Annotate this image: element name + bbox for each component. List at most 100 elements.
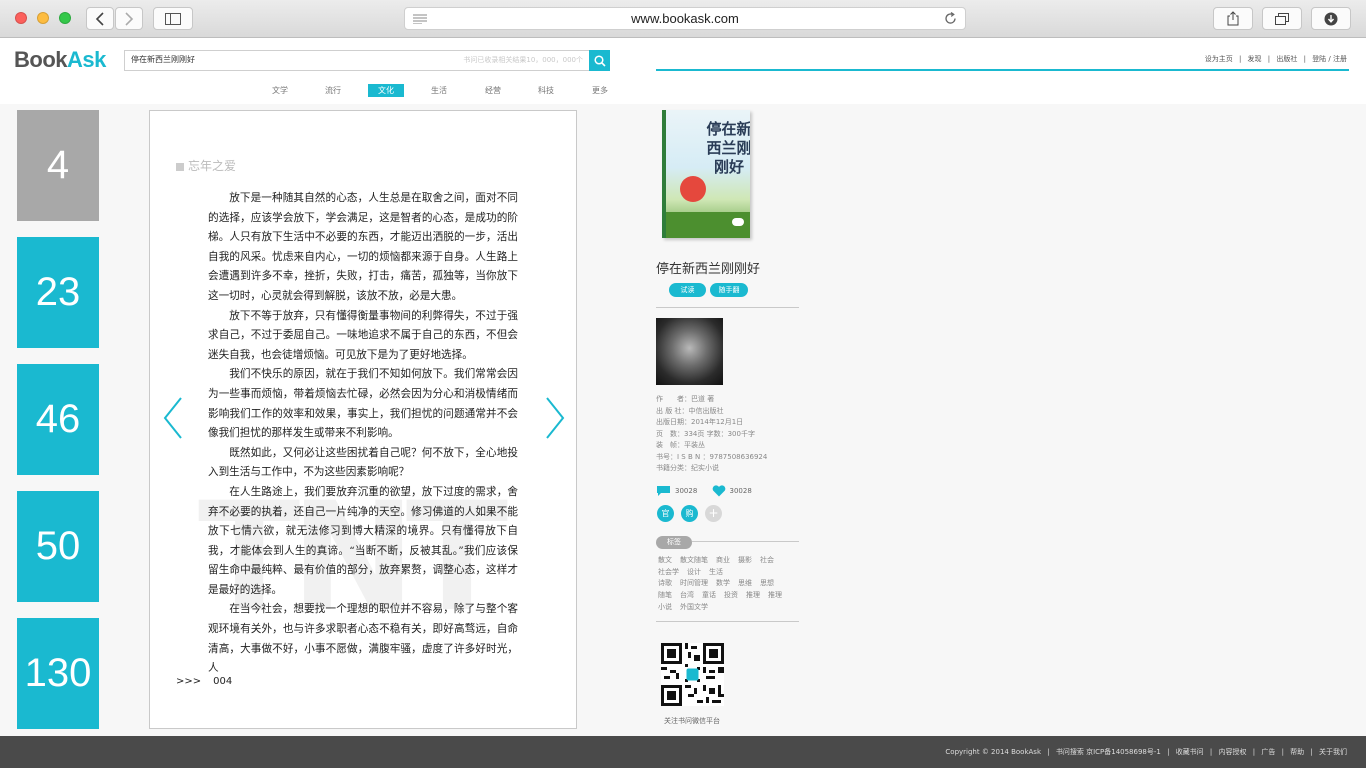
bookask-logo[interactable]: BookAsk	[14, 47, 106, 73]
tag[interactable]: 推理	[746, 591, 760, 599]
sidebar-toggle-button[interactable]	[153, 7, 193, 30]
tag[interactable]: 生活	[709, 568, 723, 576]
tag[interactable]: 台湾	[680, 591, 694, 599]
separator: |	[1310, 748, 1313, 756]
qr-code	[661, 643, 724, 706]
tag-cloud: 散文 散文随笔 商业 摄影 社会 社会学 设计 生活 诗歌 时间管理 数学 思维 思想 随笔 台湾 童话…	[658, 555, 808, 614]
page-text: 放下是一种随其自然的心态，人生总是在取舍之间，面对不同的选择，应该学会放下，学会…	[208, 189, 518, 679]
tag[interactable]: 社会学	[658, 568, 679, 576]
license-link[interactable]: 内容授权	[1219, 748, 1247, 756]
tag[interactable]: 散文	[658, 556, 672, 564]
tag[interactable]: 摄影	[738, 556, 752, 564]
tag-row: 诗歌 时间管理 数学 思维 思想	[658, 578, 808, 590]
discover-link[interactable]: 发现	[1248, 55, 1262, 63]
reload-icon[interactable]	[944, 12, 957, 25]
tag[interactable]: 设计	[687, 568, 701, 576]
copyright: Copyright © 2014 BookAsk	[945, 748, 1042, 756]
tag[interactable]: 外国文学	[680, 603, 708, 611]
chevron-right-icon	[125, 11, 134, 26]
about-link[interactable]: 关于我们	[1319, 748, 1347, 756]
divider	[692, 541, 799, 542]
icp-link[interactable]: 书问搜索 京ICP备14058698号-1	[1056, 748, 1161, 756]
paragraph: 既然如此，又何必让这些困扰着自己呢？何不放下，全心地投入到生活与工作中，不为这些…	[208, 446, 518, 479]
tag[interactable]: 思想	[760, 579, 774, 587]
tag[interactable]: 推理	[768, 591, 782, 599]
tag[interactable]: 商业	[716, 556, 730, 564]
prev-page-arrow-icon[interactable]	[161, 396, 185, 440]
cover-badge	[680, 176, 706, 202]
tag[interactable]: 投资	[724, 591, 738, 599]
page-tile[interactable]: 23	[17, 237, 99, 348]
book-title: 停在新西兰刚刚好	[656, 262, 761, 277]
meta-publisher: 出 版 社：中信出版社	[656, 406, 724, 415]
page-tile[interactable]: 50	[17, 491, 99, 602]
search-icon	[593, 54, 606, 67]
official-button[interactable]: 官	[657, 505, 674, 522]
set-homepage-link[interactable]: 设为主页	[1205, 55, 1233, 63]
tag[interactable]: 社会	[760, 556, 774, 564]
separator: |	[1238, 55, 1242, 63]
publisher-link[interactable]: 出版社	[1276, 55, 1297, 63]
tag[interactable]: 数学	[716, 579, 730, 587]
tag[interactable]: 诗歌	[658, 579, 672, 587]
tabs-icon	[1275, 12, 1289, 25]
meta-publish-date: 出版日期：2014年12月1日	[656, 418, 744, 426]
footer-links: Copyright © 2014 BookAsk | 书问搜索 京ICP备140…	[943, 747, 1349, 757]
chapter-title: 忘年之爱	[188, 159, 237, 173]
add-button[interactable]: +	[705, 505, 722, 522]
zoom-window-button[interactable]	[59, 12, 71, 24]
cover-title: 停在新西兰刚刚好	[706, 120, 750, 176]
close-window-button[interactable]	[15, 12, 27, 24]
category-popular[interactable]: 流行	[315, 84, 351, 97]
category-technology[interactable]: 科技	[528, 84, 564, 97]
comments-stat[interactable]: 30028	[656, 485, 697, 497]
category-life[interactable]: 生活	[421, 84, 457, 97]
next-page-arrow-icon[interactable]	[543, 396, 567, 440]
author-photo[interactable]	[656, 318, 723, 385]
share-button[interactable]	[1213, 7, 1253, 30]
header-divider	[656, 69, 1349, 71]
category-culture[interactable]: 文化	[368, 84, 404, 97]
trial-read-button[interactable]: 试读	[669, 283, 706, 297]
search-button[interactable]	[589, 50, 610, 71]
category-more[interactable]: 更多	[582, 84, 618, 97]
tag[interactable]: 时间管理	[680, 579, 708, 587]
category-business[interactable]: 经营	[475, 84, 511, 97]
bookmark-link[interactable]: 收藏书问	[1176, 748, 1204, 756]
tag[interactable]: 随笔	[658, 591, 672, 599]
reader-icon[interactable]	[413, 14, 427, 24]
category-literature[interactable]: 文学	[262, 84, 298, 97]
page-number: >>> 004	[176, 676, 232, 687]
tag[interactable]: 童话	[702, 591, 716, 599]
tag-row: 小说 外国文学	[658, 602, 808, 614]
top-links: 设为主页 | 发现 | 出版社 | 登陆 / 注册	[1203, 54, 1349, 64]
ads-link[interactable]: 广告	[1261, 748, 1275, 756]
likes-count: 30028	[729, 487, 752, 495]
browse-button[interactable]: 随手翻	[710, 283, 748, 297]
tag[interactable]: 思维	[738, 579, 752, 587]
page-tile[interactable]: 4	[17, 110, 99, 221]
back-button[interactable]	[86, 7, 114, 30]
downloads-button[interactable]	[1311, 7, 1351, 30]
tag[interactable]: 散文随笔	[680, 556, 708, 564]
sidebar-icon	[165, 12, 181, 25]
help-link[interactable]: 帮助	[1290, 748, 1304, 756]
meta-category: 书籍分类：纪实小说	[656, 464, 719, 472]
tag[interactable]: 小说	[658, 603, 672, 611]
buy-button[interactable]: 购	[681, 505, 698, 522]
search-input[interactable]: 停在新西兰刚刚好 书问已收录相关结果10，000，000个	[124, 50, 590, 71]
minimize-window-button[interactable]	[37, 12, 49, 24]
page-tile[interactable]: 130	[17, 618, 99, 729]
tabs-overview-button[interactable]	[1262, 7, 1302, 30]
forward-button[interactable]	[115, 7, 143, 30]
likes-stat[interactable]: 30028	[712, 485, 752, 497]
tag-row: 散文 散文随笔 商业 摄影 社会	[658, 555, 808, 567]
book-cover[interactable]: 停在新西兰刚刚好	[662, 110, 750, 238]
book-stats: 30028 30028	[656, 485, 764, 499]
address-bar[interactable]: www.bookask.com	[404, 7, 966, 30]
login-register-link[interactable]: 登陆 / 注册	[1312, 55, 1347, 63]
browser-toolbar: www.bookask.com	[0, 0, 1366, 38]
separator: |	[1252, 748, 1256, 756]
page-tile[interactable]: 46	[17, 364, 99, 475]
separator: |	[1267, 55, 1271, 63]
